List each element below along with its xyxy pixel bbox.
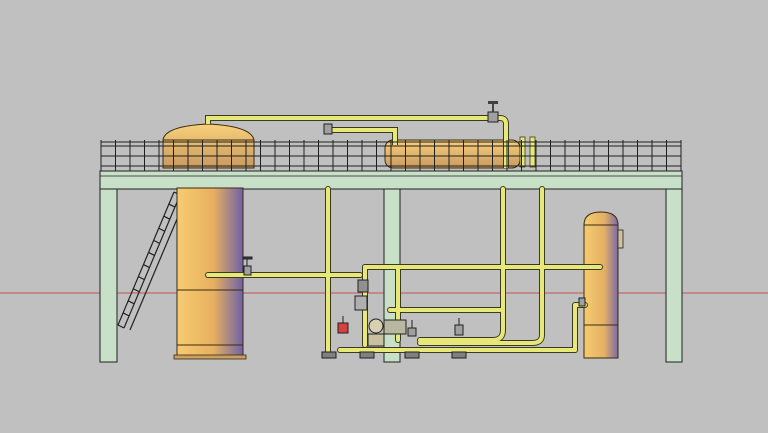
valve-top-2 [323,123,333,135]
ladder-rung [168,203,176,208]
valve-lower-1 [337,316,349,334]
ladder-rung [153,239,160,244]
plant-elevation-drawing [0,101,768,363]
cad-viewport[interactable] [0,0,768,433]
ladder-rung [117,324,125,329]
valve-lower-3 [454,318,464,336]
vertical-vessel-right [583,211,624,359]
ladder-rung [122,312,130,317]
ladder-rung [148,251,155,256]
valve-left-line [242,256,253,276]
ladder [117,191,181,331]
valve-top [487,111,499,123]
ladder-rung [133,288,140,293]
valve-right-vessel [578,297,586,307]
valve-lower-2 [407,320,417,337]
deck-beam [99,170,683,190]
ladder-rung [158,227,165,232]
deck-railing [100,140,682,171]
ladder-rung [163,215,171,220]
column-right [665,188,683,363]
ladder-rung [143,264,150,269]
ladder-rung [127,300,135,305]
column-left [99,188,118,363]
ladder-rung [138,276,145,281]
deck-equipment [162,101,536,169]
